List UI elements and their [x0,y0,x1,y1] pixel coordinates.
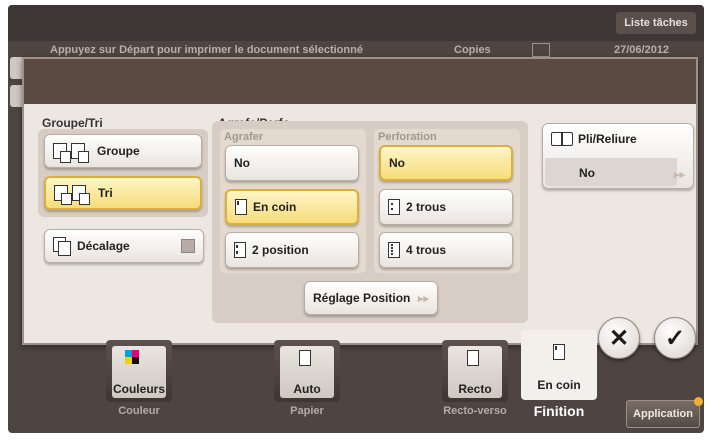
decalage-checkbox[interactable] [181,239,195,253]
groupe-tri-panel: Groupe Tri [38,129,208,217]
pli-reliure-value: No [579,166,595,180]
perforation-subpanel: Perforation No 2 trous 4 trous [374,129,520,273]
pli-reliure-value-area [545,158,677,186]
groupe-label: Groupe [97,144,140,158]
perforation-option-4-trous[interactable]: 4 trous [379,232,513,268]
decalage-button[interactable]: Décalage [44,229,204,263]
offset-icon [53,237,71,256]
perforation-option-label: 4 trous [406,243,447,257]
agrafer-subpanel: Agrafer No En coin 2 position [220,129,366,273]
duplex-icon [467,350,479,371]
date-display: 27/06/2012 [614,44,670,56]
finishing-icon [553,344,565,365]
finition-value: En coin [537,378,581,392]
agrafer-option-en-coin[interactable]: En coin [225,189,359,225]
paper-icon [299,350,311,371]
copies-label: Copies [454,44,491,56]
tri-label: Tri [98,186,113,200]
tri-button[interactable]: Tri [44,176,202,210]
recto-verso-key[interactable]: Recto [442,340,508,402]
recto-verso-value: Recto [458,382,492,396]
couleur-value: Couleurs [112,382,165,396]
top-bar: Liste tâches [8,5,704,41]
cancel-button[interactable]: ✕ [598,317,640,359]
double-arrow-icon: ▸▸ [417,292,429,305]
couleur-key[interactable]: Couleurs [106,340,172,402]
ok-button[interactable]: ✓ [654,317,696,359]
tri-icon [54,185,90,205]
device-screen: Liste tâches Appuyez sur Départ pour imp… [8,5,704,433]
agrafer-option-no[interactable]: No [225,145,359,181]
papier-key[interactable]: Auto [274,340,340,402]
couleur-caption: Couleur [118,405,160,417]
decalage-label: Décalage [77,239,130,253]
application-button[interactable]: Application [626,397,703,428]
agrafer-option-label: No [234,156,250,170]
check-icon: ✓ [664,324,686,352]
perforation-title: Perforation [378,131,437,143]
close-icon: ✕ [608,324,630,352]
copies-icon [532,43,550,57]
finition-key[interactable]: En coin [521,330,597,400]
notification-dot-icon [694,397,703,406]
groupe-button[interactable]: Groupe [44,134,202,168]
papier-caption: Papier [290,405,324,417]
pli-reliure-button[interactable]: Pli/Reliure No ▸▸ [542,123,694,189]
perforation-option-no[interactable]: No [379,145,513,181]
two-holes-icon [388,199,400,215]
agrafer-option-2-position[interactable]: 2 position [225,232,359,268]
agrafer-option-label: 2 position [252,243,309,257]
papier-value: Auto [293,382,321,396]
application-label: Application [633,408,693,420]
double-arrow-icon: ▸▸ [673,169,685,181]
finition-caption: Finition [533,403,585,419]
task-list-button[interactable]: Liste tâches [616,12,696,34]
staple-corner-icon [235,199,247,215]
book-icon [551,132,573,146]
recto-verso-caption: Recto-verso [443,405,507,417]
agrafe-perfo-panel: Agrafer No En coin 2 position Perforatio… [212,121,528,323]
reglage-position-label: Réglage Position [313,291,411,305]
agrafer-title: Agrafer [224,131,264,143]
staple-two-position-icon [234,242,246,258]
four-holes-icon [388,242,400,258]
color-icon [125,350,139,364]
groupe-tri-title: Groupe/Tri [42,116,103,130]
groupe-icon [53,143,89,163]
status-message: Appuyez sur Départ pour imprimer le docu… [50,44,363,56]
perforation-option-label: 2 trous [406,200,447,214]
reglage-position-button[interactable]: Réglage Position ▸▸ [304,281,438,315]
perforation-option-2-trous[interactable]: 2 trous [379,189,513,225]
finishing-dialog: Groupe/Tri Groupe Tri Décalage Agrafe/Pe… [22,57,698,345]
agrafer-option-label: En coin [253,200,297,214]
dialog-header [24,59,696,104]
pli-reliure-title: Pli/Reliure [578,132,637,146]
perforation-option-label: No [389,156,405,170]
